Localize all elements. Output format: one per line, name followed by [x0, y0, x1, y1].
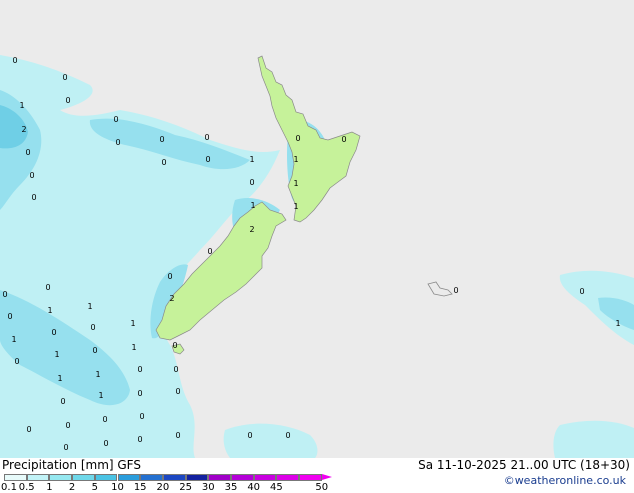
amount-label: 1: [57, 374, 62, 383]
color-scale: 0.1 0.5 1 2 5 10 15 20 25 30 35 40 45 50: [1, 474, 334, 493]
scale-tick-label: 15: [133, 482, 147, 493]
amount-label: 1: [98, 391, 103, 400]
amount-label: 2: [169, 294, 174, 303]
scale-tick-label: 10: [111, 482, 124, 493]
scale-swatch: [299, 474, 322, 481]
scale-swatch: [94, 474, 118, 481]
scale-tick-label: 20: [156, 482, 170, 493]
amount-label: 0: [341, 135, 346, 144]
amount-label: 2: [21, 125, 26, 134]
amount-label: 0: [167, 272, 172, 281]
amount-label: 0: [2, 290, 7, 299]
amount-label: 0: [205, 155, 210, 164]
scale-swatch: [26, 474, 50, 481]
amount-label: 0: [90, 323, 95, 332]
amount-label: 0: [175, 387, 180, 396]
scale-swatch: [117, 474, 141, 481]
scale-swatch: [185, 474, 209, 481]
scale-tick-label: 2: [68, 482, 76, 493]
amount-label: 1: [293, 179, 298, 188]
scale-arrow-icon: [321, 474, 332, 480]
amount-label: 0: [65, 421, 70, 430]
scale-swatch: [140, 474, 163, 481]
scale-tick-label: 45: [270, 482, 283, 493]
amount-label: 1: [131, 343, 136, 352]
amount-label: 0: [63, 443, 68, 452]
amount-label: 0: [249, 178, 254, 187]
amount-label: 1: [249, 155, 254, 164]
amount-label: 0: [295, 134, 300, 143]
amount-label: 0: [26, 425, 31, 434]
scale-tick-label: 40: [247, 482, 261, 493]
legend-bar: Precipitation [mm] GFS Sa 11-10-2025 21.…: [0, 458, 634, 493]
amount-label: 0: [51, 328, 56, 337]
amount-label: 0: [7, 312, 12, 321]
amount-label: 0: [45, 283, 50, 292]
scale-tick-label: 0.1: [1, 482, 17, 493]
amount-label: 0: [137, 365, 142, 374]
amount-label: 1: [293, 155, 298, 164]
scale-tick-label: 1: [46, 482, 53, 493]
amount-label: 1: [293, 202, 298, 211]
map-title: Precipitation [mm] GFS: [2, 458, 141, 472]
amount-label: 0: [65, 96, 70, 105]
scale-swatch: [72, 474, 95, 481]
amount-label: 0: [31, 193, 36, 202]
amount-label: 1: [615, 319, 620, 328]
amount-label: 0: [247, 431, 252, 440]
amount-label: 0: [25, 148, 30, 157]
amount-label: 1: [95, 370, 100, 379]
amount-label: 0: [172, 341, 177, 350]
scale-swatch: [208, 474, 231, 481]
amount-label: 1: [87, 302, 92, 311]
amount-label: 0: [62, 73, 67, 82]
scale-swatch: [231, 474, 254, 481]
amount-label: 0: [60, 397, 65, 406]
scale-tick-label: 30: [201, 482, 215, 493]
precipitation-map: 0 0 1 0 2 0 0 0 0 0 1 0 0 0 1 0 0 1 0 1 0 1 2 0 0 0 2 0 1 1 0 0 1 0 1 0 1 0 0 1…: [0, 0, 634, 458]
amount-label: 0: [579, 287, 584, 296]
amount-label: 0: [285, 431, 290, 440]
amount-label: 0: [29, 171, 34, 180]
amount-label: 0: [207, 247, 212, 256]
amount-label: 1: [54, 350, 59, 359]
scale-tick-label: 25: [179, 482, 192, 493]
scale-tick-label: 35: [224, 482, 238, 493]
amount-label: 0: [113, 115, 118, 124]
amount-label: 0: [102, 415, 107, 424]
valid-time: Sa 11-10-2025 21..00 UTC (18+30): [418, 458, 630, 472]
amount-label: 1: [11, 335, 16, 344]
amount-label: 0: [14, 357, 19, 366]
amount-label: 1: [250, 201, 255, 210]
amount-label: 0: [159, 135, 164, 144]
amount-label: 0: [161, 158, 166, 167]
scale-tick-label: 50: [315, 482, 329, 493]
amount-label: 0: [175, 431, 180, 440]
scale-swatch: [49, 474, 73, 481]
amount-label: 0: [139, 412, 144, 421]
scale-swatch: [4, 474, 27, 481]
credit-link[interactable]: ©weatheronline.co.uk: [504, 474, 626, 487]
scale-tick-label: 0.5: [18, 482, 35, 493]
amount-label: 0: [204, 133, 209, 142]
amount-label: 1: [19, 101, 24, 110]
scale-swatch: [253, 474, 277, 481]
rain-area-southeast: [553, 420, 634, 458]
amount-label: 0: [453, 286, 458, 295]
amount-label: 0: [137, 435, 142, 444]
amount-label: 1: [130, 319, 135, 328]
amount-label: 0: [103, 439, 108, 448]
amount-label: 0: [173, 365, 178, 374]
scale-swatch: [162, 474, 186, 481]
amount-label: 2: [249, 225, 254, 234]
scale-tick-label: 5: [91, 482, 98, 493]
amount-label: 0: [92, 346, 97, 355]
amount-label: 1: [47, 306, 52, 315]
amount-label: 0: [137, 389, 142, 398]
amount-label: 0: [12, 56, 17, 65]
amount-label: 0: [115, 138, 120, 147]
scale-swatch: [276, 474, 300, 481]
